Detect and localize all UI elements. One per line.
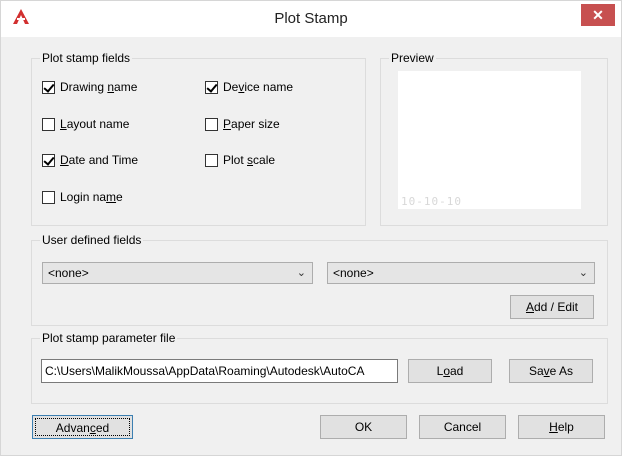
plot-scale-checkbox[interactable]: Plot scale: [205, 152, 275, 168]
plot-stamp-fields-title: Plot stamp fields: [40, 51, 133, 65]
plot-stamp-parameter-file-group: Plot stamp parameter file C:\Users\Malik…: [31, 331, 608, 404]
preview-title: Preview: [389, 51, 436, 65]
user-field-1-value: <none>: [48, 266, 89, 280]
preview-canvas: 10-10-10: [398, 71, 581, 209]
user-defined-fields-title: User defined fields: [40, 233, 144, 247]
checkbox-box[interactable]: [42, 80, 55, 94]
date-and-time-label: Date and Time: [60, 153, 139, 167]
load-button[interactable]: Load: [408, 359, 492, 383]
plot-stamp-dialog: Plot Stamp ✕ Plot stamp fields Drawing n…: [0, 0, 622, 456]
cancel-button[interactable]: Cancel: [419, 415, 506, 439]
ok-button[interactable]: OK: [320, 415, 407, 439]
save-as-button[interactable]: Save As: [509, 359, 593, 383]
drawing-name-label: Drawing name: [60, 80, 138, 94]
user-field-2-value: <none>: [333, 266, 374, 280]
device-name-checkbox[interactable]: Device name: [205, 79, 293, 95]
checkbox-box[interactable]: [205, 153, 218, 167]
help-label: Help: [549, 420, 574, 434]
login-name-label: Login name: [60, 190, 123, 204]
chevron-down-icon: ⌄: [578, 267, 588, 279]
checkbox-box[interactable]: [205, 117, 218, 131]
parameter-file-path-input[interactable]: C:\Users\MalikMoussa\AppData\Roaming\Aut…: [41, 359, 398, 383]
device-name-label: Device name: [223, 80, 294, 94]
layout-name-checkbox[interactable]: Layout name: [42, 116, 129, 132]
login-name-checkbox[interactable]: Login name: [42, 189, 123, 205]
add-edit-label: Add / Edit: [525, 300, 579, 314]
paper-size-checkbox[interactable]: Paper size: [205, 116, 280, 132]
chevron-down-icon: ⌄: [296, 267, 306, 279]
close-button[interactable]: ✕: [581, 4, 615, 26]
drawing-name-checkbox[interactable]: Drawing name: [42, 79, 137, 95]
checkbox-box[interactable]: [42, 153, 55, 167]
plot-scale-label: Plot scale: [223, 153, 276, 167]
save-as-label: Save As: [528, 364, 574, 378]
load-label: Load: [436, 364, 464, 378]
parameter-file-title: Plot stamp parameter file: [40, 331, 178, 345]
add-edit-button[interactable]: Add / Edit: [510, 295, 594, 319]
paper-size-label: Paper size: [223, 117, 280, 131]
preview-group: Preview 10-10-10: [380, 51, 608, 226]
user-defined-fields-group: User defined fields <none> ⌄ <none> ⌄ Ad…: [31, 233, 608, 326]
preview-stamp-text: 10-10-10: [401, 195, 462, 208]
title-bar[interactable]: Plot Stamp ✕: [1, 1, 621, 37]
layout-name-label: Layout name: [60, 117, 130, 131]
checkbox-box[interactable]: [42, 190, 55, 204]
user-field-1-select[interactable]: <none> ⌄: [42, 262, 313, 284]
help-button[interactable]: Help: [518, 415, 605, 439]
window-title: Plot Stamp: [274, 10, 348, 27]
plot-stamp-fields-group: Plot stamp fields Drawing name Layout na…: [31, 51, 366, 226]
date-and-time-checkbox[interactable]: Date and Time: [42, 152, 138, 168]
user-field-2-select[interactable]: <none> ⌄: [327, 262, 595, 284]
dialog-body: Plot stamp fields Drawing name Layout na…: [1, 37, 621, 455]
checkbox-box[interactable]: [205, 80, 218, 94]
advanced-label: Advanced: [35, 418, 130, 436]
advanced-button[interactable]: Advanced: [32, 415, 133, 439]
checkbox-box[interactable]: [42, 117, 55, 131]
